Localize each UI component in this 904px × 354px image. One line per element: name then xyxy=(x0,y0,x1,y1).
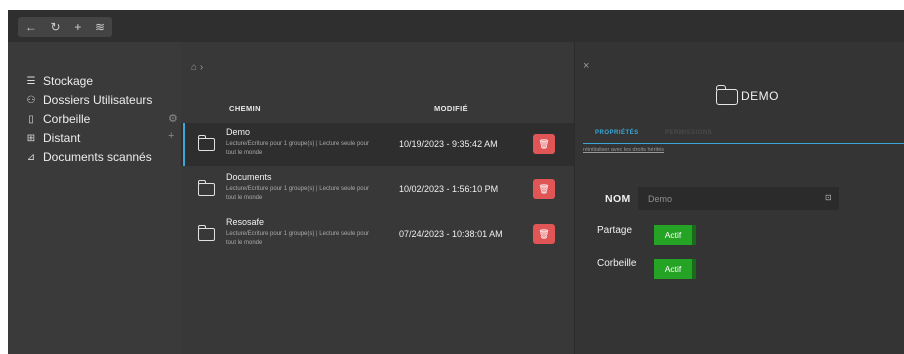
row-name: Demo xyxy=(226,127,251,137)
sidebar-item-corbeille[interactable]: ▯ Corbeille xyxy=(24,110,90,128)
plus-icon[interactable]: + xyxy=(168,130,174,142)
sidebar-item-dossiers-utilisateurs[interactable]: ⚇ Dossiers Utilisateurs xyxy=(24,91,153,109)
scanner-icon: ⊿ xyxy=(26,151,36,163)
network-icon: ⊞ xyxy=(26,132,36,144)
file-list-panel: ⌂ › CHEMIN MODIFIÉ Demo Lecture/Ecriture… xyxy=(181,42,574,354)
sidebar-item-label: Documents scannés xyxy=(43,150,152,164)
table-row[interactable]: Resosafe Lecture/Ecriture pour 1 groupe(… xyxy=(181,213,574,256)
folder-icon xyxy=(198,180,215,196)
settings-icon[interactable]: ≋ xyxy=(95,17,105,37)
reset-inherited-link[interactable]: réinitialiser avec les droits hérités xyxy=(583,147,664,153)
name-field[interactable] xyxy=(638,187,839,210)
sidebar-item-stockage[interactable]: ☰ Stockage xyxy=(24,72,94,90)
trash-label: Corbeille xyxy=(597,258,637,269)
row-modified: 10/19/2023 - 9:35:42 AM xyxy=(399,139,498,149)
close-icon[interactable]: × xyxy=(583,60,589,72)
selection-indicator xyxy=(183,123,185,166)
delete-button[interactable]: 🗑 xyxy=(533,179,555,199)
share-label: Partage xyxy=(597,225,633,236)
trash-icon: 🗑 xyxy=(538,228,550,239)
sidebar-item-label: Corbeille xyxy=(43,112,91,126)
trash-icon: 🗑 xyxy=(538,183,550,194)
sidebar-item-distant[interactable]: ⊞ Distant xyxy=(24,129,81,147)
save-icon[interactable]: ⊡ xyxy=(825,193,832,202)
row-name: Resosafe xyxy=(226,217,265,227)
trash-toggle[interactable]: Actif xyxy=(654,259,696,279)
table-row[interactable]: Demo Lecture/Ecriture pour 1 groupe(s) |… xyxy=(181,123,574,166)
sidebar-item-label: Distant xyxy=(43,131,81,145)
column-header-modified[interactable]: MODIFIÉ xyxy=(434,104,468,113)
share-toggle[interactable]: Actif xyxy=(654,225,696,245)
folder-icon xyxy=(198,135,215,151)
top-toolbar: ← ↻ + ≋ xyxy=(8,10,904,42)
back-icon[interactable]: ← xyxy=(25,17,37,37)
refresh-icon[interactable]: ↻ xyxy=(51,17,61,37)
row-permissions: Lecture/Ecriture pour 1 groupe(s) | Lect… xyxy=(226,141,369,156)
sidebar: ☰ Stockage ⚇ Dossiers Utilisateurs ▯ Cor… xyxy=(8,42,178,354)
row-modified: 07/24/2023 - 10:38:01 AM xyxy=(399,229,503,239)
tab-properties[interactable]: PROPRIÉTÉS xyxy=(595,130,639,136)
row-modified: 10/02/2023 - 1:56:10 PM xyxy=(399,184,499,194)
tab-underline xyxy=(583,143,904,144)
users-icon: ⚇ xyxy=(26,94,36,106)
details-panel: × DEMO PROPRIÉTÉS PERMISSIONS réinitiali… xyxy=(574,42,904,354)
trash-icon: ▯ xyxy=(28,113,34,125)
folder-icon xyxy=(716,85,738,105)
sidebar-item-label: Dossiers Utilisateurs xyxy=(43,93,153,107)
sidebar-item-documents-scannes[interactable]: ⊿ Documents scannés xyxy=(24,148,152,166)
row-name: Documents xyxy=(226,172,272,182)
trash-icon: 🗑 xyxy=(538,138,550,149)
name-label: NOM xyxy=(605,193,631,205)
app-window: ← ↻ + ≋ ☰ Stockage ⚇ Dossiers Utilisateu… xyxy=(8,10,904,354)
folder-icon xyxy=(198,225,215,241)
breadcrumb[interactable]: ⌂ › xyxy=(191,62,203,73)
row-permissions: Lecture/Ecriture pour 1 groupe(s) | Lect… xyxy=(226,186,369,201)
table-row[interactable]: Documents Lecture/Ecriture pour 1 groupe… xyxy=(181,168,574,211)
add-icon[interactable]: + xyxy=(74,17,81,37)
toolbar-group: ← ↻ + ≋ xyxy=(18,17,112,37)
gear-icon[interactable]: ⚙ xyxy=(168,112,178,125)
column-header-path[interactable]: CHEMIN xyxy=(229,104,261,113)
tab-permissions[interactable]: PERMISSIONS xyxy=(665,130,712,136)
row-permissions: Lecture/Ecriture pour 1 groupe(s) | Lect… xyxy=(226,231,369,246)
sidebar-item-label: Stockage xyxy=(43,74,94,88)
delete-button[interactable]: 🗑 xyxy=(533,224,555,244)
delete-button[interactable]: 🗑 xyxy=(533,134,555,154)
details-title: DEMO xyxy=(741,89,779,103)
storage-icon: ☰ xyxy=(26,75,36,87)
